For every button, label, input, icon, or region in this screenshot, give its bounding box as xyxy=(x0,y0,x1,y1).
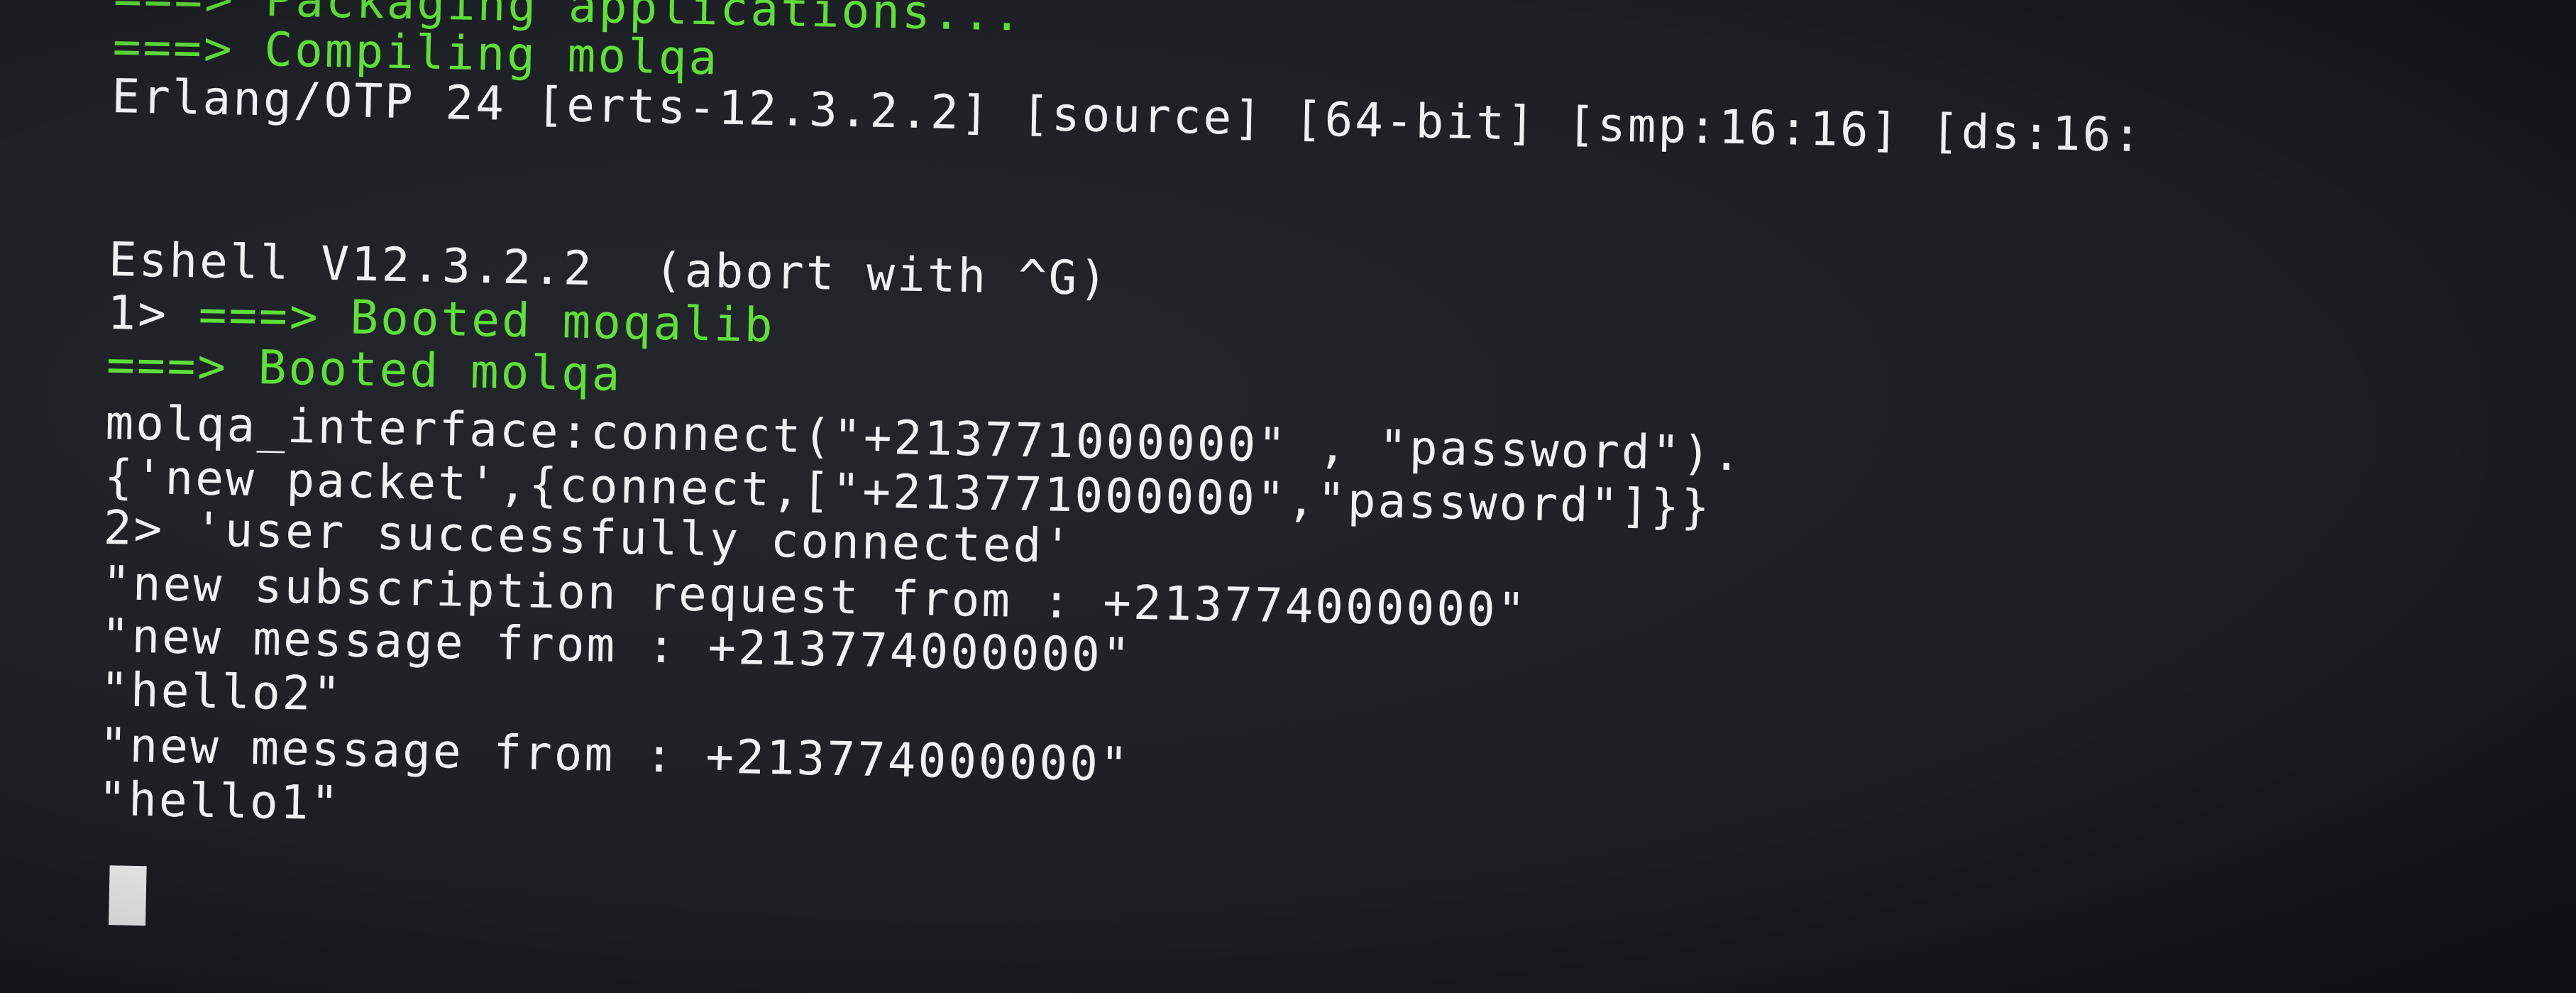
terminal-line-booted-molqa: ===> Booted molqa xyxy=(106,336,623,402)
shell-prompt: 1> xyxy=(106,285,199,342)
terminal-line-erlang-version: Erlang/OTP 24 [erts-12.3.2.2] [source] [… xyxy=(111,69,2144,163)
terminal-line-hello1: "hello1" xyxy=(97,771,341,831)
terminal-line-hello2: "hello2" xyxy=(99,662,343,722)
terminal-output: ===> Packaging applications... ===> Comp… xyxy=(0,0,2575,993)
terminal-cursor[interactable] xyxy=(109,865,147,926)
terminal-screen[interactable]: ===> Packaging applications... ===> Comp… xyxy=(0,0,2576,993)
